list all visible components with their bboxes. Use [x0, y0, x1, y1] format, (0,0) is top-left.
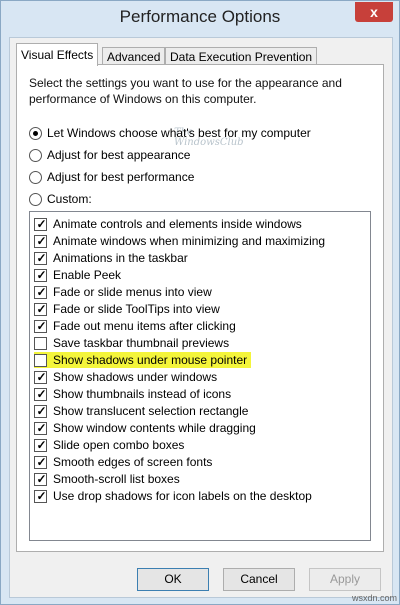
effect-window-contents-dragging[interactable]: ✓ Show window contents while dragging: [34, 420, 260, 436]
effect-save-thumbnail-previews[interactable]: Save taskbar thumbnail previews: [34, 335, 233, 351]
effect-label: Show window contents while dragging: [53, 421, 256, 435]
effect-label: Fade or slide menus into view: [53, 285, 212, 299]
tab-advanced[interactable]: Advanced: [102, 47, 166, 65]
effect-label: Save taskbar thumbnail previews: [53, 336, 230, 350]
effect-label: Slide open combo boxes: [53, 438, 185, 452]
effect-animate-controls[interactable]: ✓ Animate controls and elements inside w…: [34, 216, 306, 232]
effect-enable-peek[interactable]: ✓ Enable Peek: [34, 267, 125, 283]
checkmark-icon: ✓: [36, 454, 47, 469]
effect-drop-shadows-icon-labels[interactable]: ✓ Use drop shadows for icon labels on th…: [34, 488, 316, 504]
checkmark-icon: ✓: [36, 216, 47, 231]
radio-button[interactable]: [29, 148, 42, 162]
radio-button[interactable]: [29, 192, 42, 206]
effect-fade-menus[interactable]: ✓ Fade or slide menus into view: [34, 284, 216, 300]
dialog-client-area: Visual Effects Advanced Data Execution P…: [9, 37, 393, 598]
radio-label: Adjust for best performance: [47, 170, 195, 184]
radio-button[interactable]: [29, 126, 42, 140]
checkbox[interactable]: ✓: [34, 216, 47, 231]
checkbox[interactable]: ✓: [34, 454, 47, 469]
checkmark-icon: ✓: [36, 488, 47, 503]
checkbox[interactable]: [34, 353, 47, 367]
checkmark-icon: ✓: [36, 369, 47, 384]
checkbox[interactable]: ✓: [34, 403, 47, 418]
effect-label: Show shadows under windows: [53, 370, 218, 384]
effect-thumbnails-instead-icons[interactable]: ✓ Show thumbnails instead of icons: [34, 386, 235, 402]
title-bar[interactable]: Performance Options x: [1, 1, 399, 37]
effect-label: Animate windows when minimizing and maxi…: [53, 234, 326, 248]
radio-best-performance[interactable]: Adjust for best performance: [29, 168, 194, 186]
effect-shadows-windows[interactable]: ✓ Show shadows under windows: [34, 369, 221, 385]
effect-label: Fade or slide ToolTips into view: [53, 302, 220, 316]
effect-fade-menu-items[interactable]: ✓ Fade out menu items after clicking: [34, 318, 240, 334]
checkbox[interactable]: ✓: [34, 471, 47, 486]
checkmark-icon: ✓: [36, 301, 47, 316]
checkmark-icon: ✓: [36, 403, 47, 418]
checkmark-icon: ✓: [36, 284, 47, 299]
radio-label: Let Windows choose what's best for my co…: [47, 126, 311, 140]
apply-button[interactable]: Apply: [309, 568, 381, 591]
ok-button[interactable]: OK: [137, 568, 209, 591]
checkbox[interactable]: ✓: [34, 301, 47, 316]
radio-let-windows-choose[interactable]: Let Windows choose what's best for my co…: [29, 124, 311, 142]
checkmark-icon: ✓: [36, 386, 47, 401]
effect-shadows-mouse-pointer[interactable]: Show shadows under mouse pointer: [34, 352, 252, 368]
effect-label: Smooth-scroll list boxes: [53, 472, 180, 486]
checkmark-icon: ✓: [36, 233, 47, 248]
checkmark-icon: ✓: [36, 471, 47, 486]
radio-label: Custom:: [47, 192, 92, 206]
effect-animate-windows[interactable]: ✓ Animate windows when minimizing and ma…: [34, 233, 329, 249]
effect-label: Show shadows under mouse pointer: [53, 353, 248, 367]
effect-animations-taskbar[interactable]: ✓ Animations in the taskbar: [34, 250, 192, 266]
visual-effects-list[interactable]: ✓ Animate controls and elements inside w…: [29, 211, 371, 541]
radio-custom[interactable]: Custom:: [29, 190, 92, 208]
effect-fade-tooltips[interactable]: ✓ Fade or slide ToolTips into view: [34, 301, 224, 317]
effect-label: Animate controls and elements inside win…: [53, 217, 302, 231]
checkmark-icon: ✓: [36, 250, 47, 265]
effect-label: Show translucent selection rectangle: [53, 404, 249, 418]
tab-visual-effects[interactable]: Visual Effects: [16, 43, 99, 66]
close-icon: x: [370, 4, 378, 20]
checkbox[interactable]: ✓: [34, 284, 47, 299]
checkbox[interactable]: ✓: [34, 250, 47, 265]
intro-text: Select the settings you want to use for …: [29, 76, 342, 106]
cancel-button[interactable]: Cancel: [223, 568, 295, 591]
performance-options-window: Performance Options x Visual Effects Adv…: [0, 0, 400, 605]
checkmark-icon: ✓: [36, 318, 47, 333]
checkbox[interactable]: ✓: [34, 318, 47, 333]
effect-label: Animations in the taskbar: [53, 251, 188, 265]
site-watermark: wsxdn.com: [351, 593, 397, 603]
checkbox[interactable]: ✓: [34, 233, 47, 248]
effect-label: Fade out menu items after clicking: [53, 319, 236, 333]
window-title: Performance Options: [119, 7, 281, 26]
checkbox[interactable]: ✓: [34, 267, 47, 282]
checkmark-icon: ✓: [36, 420, 47, 435]
checkbox[interactable]: ✓: [34, 420, 47, 435]
visual-effects-panel: Select the settings you want to use for …: [16, 64, 384, 552]
checkmark-icon: ✓: [36, 437, 47, 452]
checkbox[interactable]: ✓: [34, 386, 47, 401]
effect-translucent-selection[interactable]: ✓ Show translucent selection rectangle: [34, 403, 252, 419]
tab-data-execution-prevention[interactable]: Data Execution Prevention: [165, 47, 318, 65]
checkbox[interactable]: ✓: [34, 369, 47, 384]
radio-button[interactable]: [29, 170, 42, 184]
effect-label: Use drop shadows for icon labels on the …: [53, 489, 312, 503]
checkbox[interactable]: ✓: [34, 437, 47, 452]
effect-label: Smooth edges of screen fonts: [53, 455, 213, 469]
effect-smooth-font-edges[interactable]: ✓ Smooth edges of screen fonts: [34, 454, 216, 470]
effect-label: Enable Peek: [53, 268, 122, 282]
checkbox[interactable]: [34, 336, 47, 350]
effect-smooth-scroll-lists[interactable]: ✓ Smooth-scroll list boxes: [34, 471, 184, 487]
checkbox[interactable]: ✓: [34, 488, 47, 503]
checkmark-icon: ✓: [36, 267, 47, 282]
radio-label: Adjust for best appearance: [47, 148, 191, 162]
effect-label: Show thumbnails instead of icons: [53, 387, 232, 401]
close-button[interactable]: x: [355, 2, 393, 22]
effect-slide-combo-boxes[interactable]: ✓ Slide open combo boxes: [34, 437, 188, 453]
radio-best-appearance[interactable]: Adjust for best appearance: [29, 146, 190, 164]
